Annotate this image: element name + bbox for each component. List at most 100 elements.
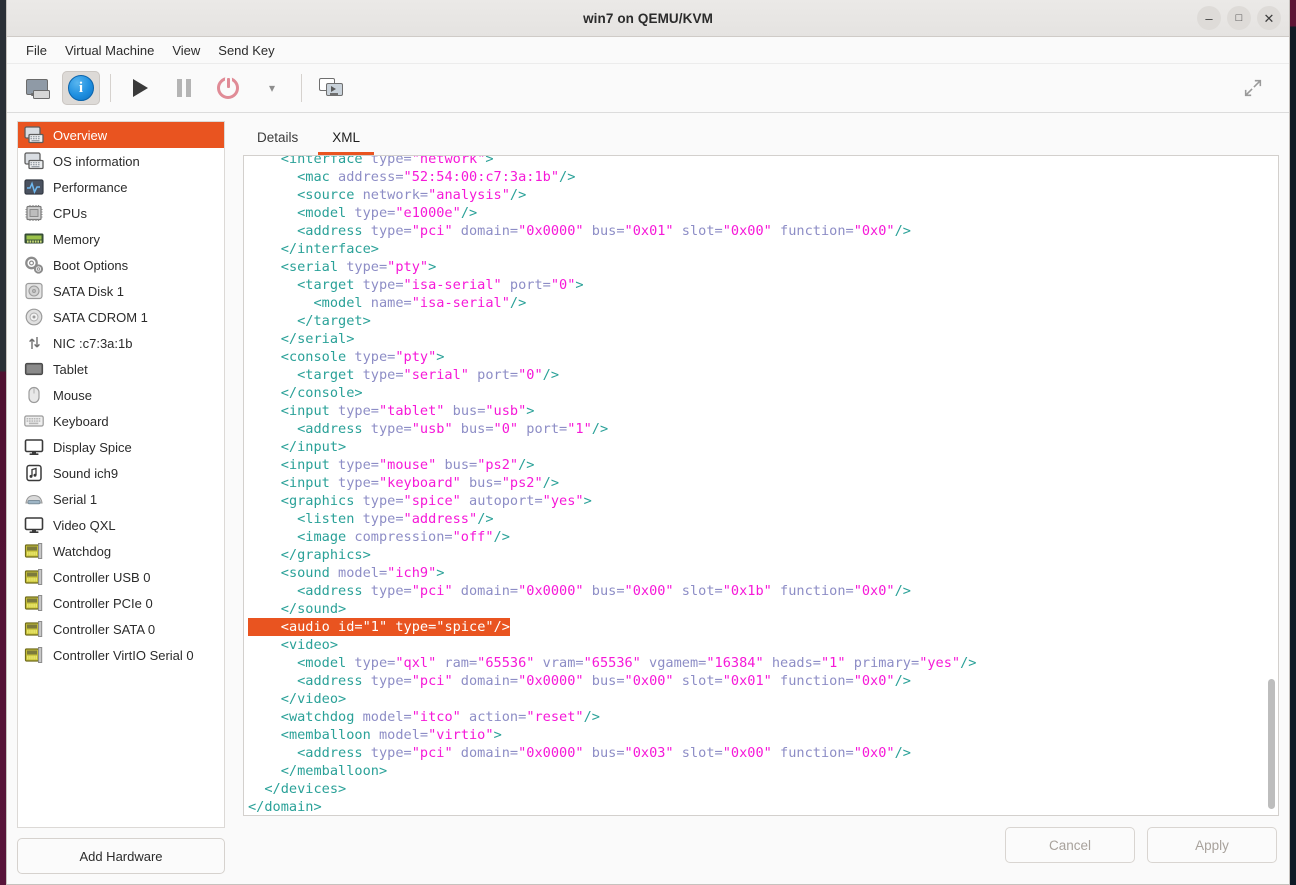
card-icon [23, 619, 45, 639]
menu-virtual-machine[interactable]: Virtual Machine [56, 40, 163, 61]
sidebar-item-mouse[interactable]: Mouse [18, 382, 224, 408]
sidebar-item-os-information[interactable]: OS information [18, 148, 224, 174]
serial-icon [23, 489, 45, 509]
shutdown-icon [217, 77, 239, 99]
xml-line: <input type="mouse" bus="ps2"/> [248, 456, 1278, 474]
xml-line: <listen type="address"/> [248, 510, 1278, 528]
menu-bar: File Virtual Machine View Send Key [7, 37, 1289, 64]
sidebar-item-controller-virtio-serial-0[interactable]: Controller VirtIO Serial 0 [18, 642, 224, 668]
chevron-down-icon: ▾ [269, 81, 275, 95]
card-icon [23, 645, 45, 665]
close-button[interactable]: ✕ [1257, 6, 1281, 30]
snapshots-button[interactable] [312, 71, 350, 105]
window-controls: – □ ✕ [1197, 0, 1281, 36]
xml-line: <input type="tablet" bus="usb"> [248, 402, 1278, 420]
sidebar-item-overview[interactable]: Overview [18, 122, 224, 148]
pause-icon [177, 79, 191, 97]
gears-icon [23, 255, 45, 275]
screen-root: win7 on QEMU/KVM – □ ✕ File Virtual Mach… [0, 0, 1296, 885]
xml-source-text[interactable]: <interface type="network"> <mac address=… [244, 155, 1278, 815]
sidebar-item-video-qxl[interactable]: Video QXL [18, 512, 224, 538]
details-view-button[interactable]: i [62, 71, 100, 105]
sidebar-item-keyboard[interactable]: Keyboard [18, 408, 224, 434]
xml-line: <video> [248, 636, 1278, 654]
action-bar: Cancel Apply [243, 816, 1279, 874]
xml-line: <sound model="ich9"> [248, 564, 1278, 582]
card-icon [23, 541, 45, 561]
xml-line: <address type="pci" domain="0x0000" bus=… [248, 222, 1278, 240]
xml-editor[interactable]: <interface type="network"> <mac address=… [243, 155, 1279, 816]
snapshots-icon [319, 78, 343, 98]
sidebar-item-label: Controller USB 0 [53, 570, 151, 585]
network-icon [23, 333, 45, 353]
xml-line: <serial type="pty"> [248, 258, 1278, 276]
sidebar-item-sata-cdrom-1[interactable]: SATA CDROM 1 [18, 304, 224, 330]
xml-line: </memballoon> [248, 762, 1278, 780]
sidebar-item-controller-sata-0[interactable]: Controller SATA 0 [18, 616, 224, 642]
maximize-button[interactable]: □ [1227, 6, 1251, 30]
shutdown-options-button[interactable]: ▾ [253, 71, 291, 105]
xml-line: <input type="keyboard" bus="ps2"/> [248, 474, 1278, 492]
xml-line: </console> [248, 384, 1278, 402]
minimize-button[interactable]: – [1197, 6, 1221, 30]
pause-button[interactable] [165, 71, 203, 105]
sidebar-item-label: Keyboard [53, 414, 109, 429]
xml-line: </sound> [248, 600, 1278, 618]
sidebar-item-sata-disk-1[interactable]: SATA Disk 1 [18, 278, 224, 304]
xml-line: </graphics> [248, 546, 1278, 564]
sidebar-item-controller-usb-0[interactable]: Controller USB 0 [18, 564, 224, 590]
keyboard-icon [23, 411, 45, 431]
xml-line: <mac address="52:54:00:c7:3a:1b"/> [248, 168, 1278, 186]
shutdown-button[interactable] [209, 71, 247, 105]
xml-line: <address type="pci" domain="0x0000" bus=… [248, 672, 1278, 690]
sidebar-item-watchdog[interactable]: Watchdog [18, 538, 224, 564]
disk-icon [23, 281, 45, 301]
card-icon [23, 593, 45, 613]
menu-view[interactable]: View [163, 40, 209, 61]
sidebar-item-tablet[interactable]: Tablet [18, 356, 224, 382]
xml-line: <model name="isa-serial"/> [248, 294, 1278, 312]
toolbar-separator-1 [110, 74, 111, 102]
sidebar-item-serial-1[interactable]: Serial 1 [18, 486, 224, 512]
menu-send-key[interactable]: Send Key [209, 40, 283, 61]
sound-icon [23, 463, 45, 483]
tab-xml[interactable]: XML [318, 126, 374, 155]
run-button[interactable] [121, 71, 159, 105]
sidebar-item-boot-options[interactable]: Boot Options [18, 252, 224, 278]
sidebar-item-memory[interactable]: Memory [18, 226, 224, 252]
tablet-icon [23, 359, 45, 379]
sidebar-item-label: OS information [53, 154, 140, 169]
sidebar-item-display-spice[interactable]: Display Spice [18, 434, 224, 460]
toolbar-right [1231, 64, 1275, 112]
toolbar-separator-2 [301, 74, 302, 102]
fullscreen-button[interactable] [1234, 71, 1272, 105]
xml-vertical-scrollbar[interactable] [1268, 679, 1275, 809]
cancel-button[interactable]: Cancel [1005, 827, 1135, 863]
sidebar-item-performance[interactable]: Performance [18, 174, 224, 200]
sidebar-item-label: Controller PCIe 0 [53, 596, 153, 611]
xml-line: <address type="pci" domain="0x0000" bus=… [248, 582, 1278, 600]
xml-line: <image compression="off"/> [248, 528, 1278, 546]
sidebar-item-nic-c7-3a-1b[interactable]: NIC :c7:3a:1b [18, 330, 224, 356]
xml-line: </interface> [248, 240, 1278, 258]
console-view-button[interactable] [18, 71, 56, 105]
sidebar-item-label: Performance [53, 180, 127, 195]
apply-button[interactable]: Apply [1147, 827, 1277, 863]
sidebar-item-cpus[interactable]: CPUs [18, 200, 224, 226]
sidebar-item-controller-pcie-0[interactable]: Controller PCIe 0 [18, 590, 224, 616]
xml-line: <interface type="network"> [248, 155, 1278, 168]
sidebar-item-label: Serial 1 [53, 492, 97, 507]
menu-file[interactable]: File [17, 40, 56, 61]
display-icon [23, 437, 45, 457]
tab-details[interactable]: Details [243, 126, 312, 155]
xml-line: </target> [248, 312, 1278, 330]
cdrom-icon [23, 307, 45, 327]
xml-line-highlighted: <audio id="1" type="spice"/> [248, 618, 510, 636]
sidebar-item-label: SATA Disk 1 [53, 284, 124, 299]
xml-line: <model type="e1000e"/> [248, 204, 1278, 222]
hardware-list[interactable]: Overview OS information Performance [17, 121, 225, 828]
tab-bar: Details XML [243, 121, 1279, 155]
add-hardware-button[interactable]: Add Hardware [17, 838, 225, 874]
sidebar-item-sound-ich9[interactable]: Sound ich9 [18, 460, 224, 486]
xml-line: <watchdog model="itco" action="reset"/> [248, 708, 1278, 726]
